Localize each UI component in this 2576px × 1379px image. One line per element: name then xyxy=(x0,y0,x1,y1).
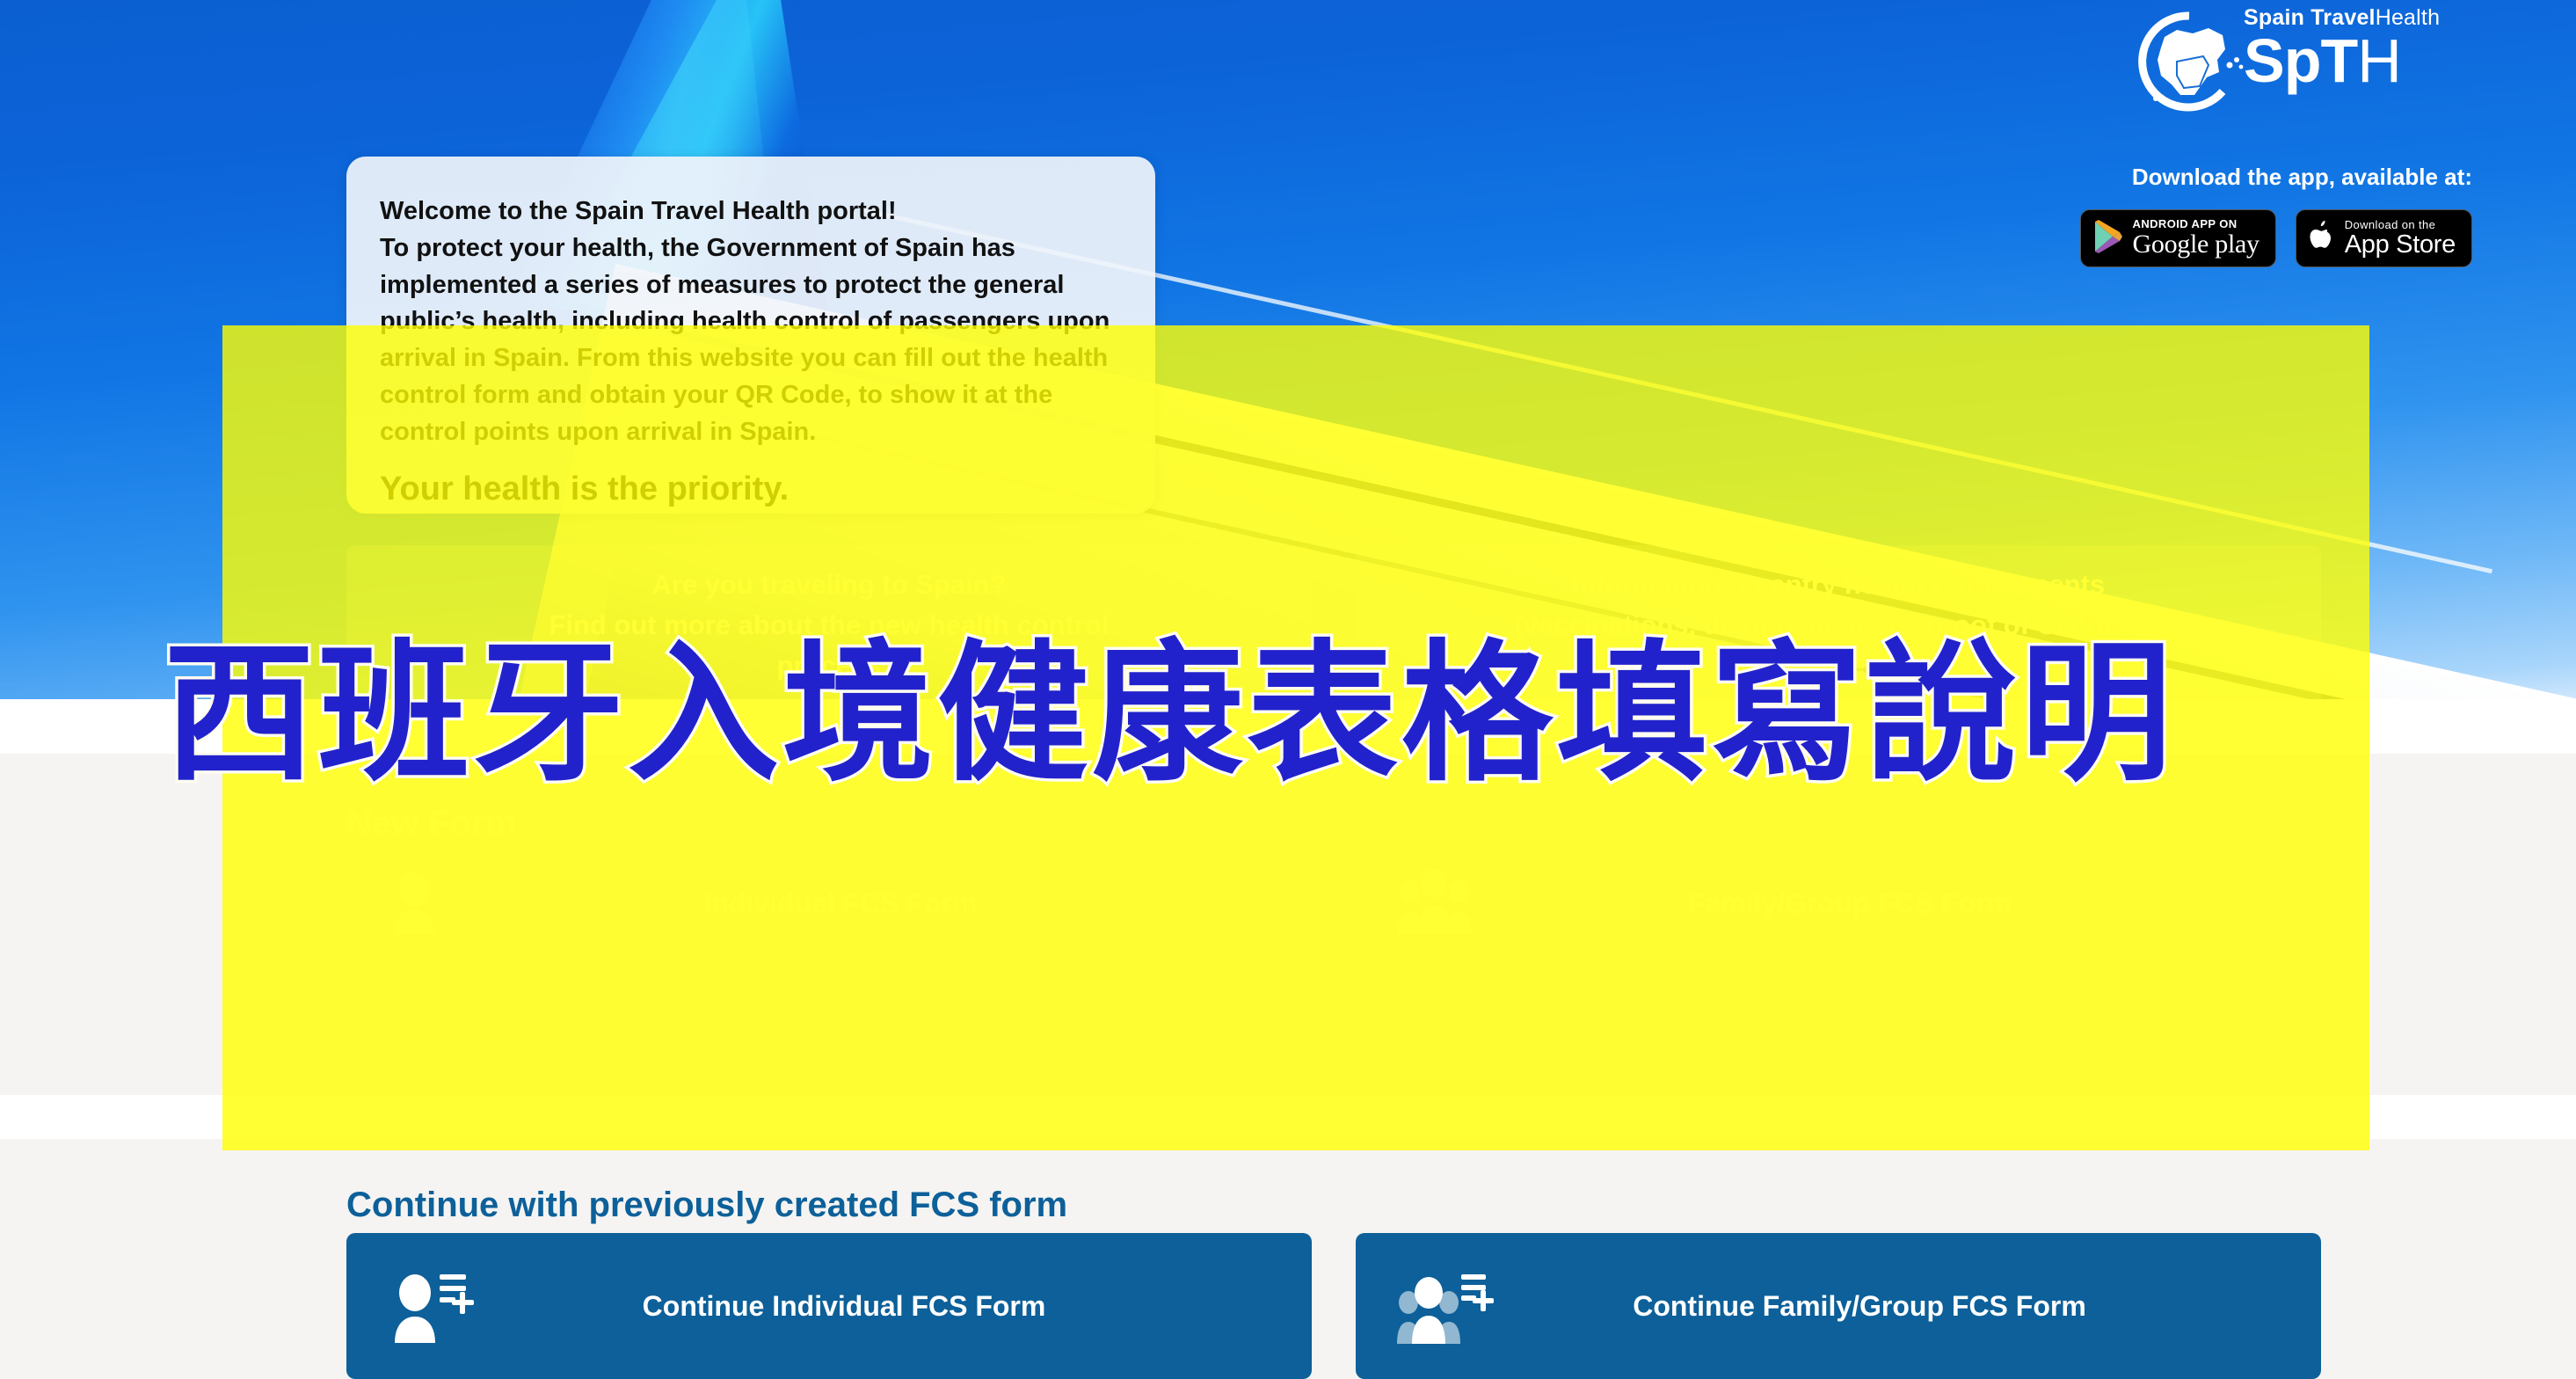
logo-acronym: SpTH xyxy=(2244,30,2440,91)
logo-wordmark: Spain TravelHealth SpTH xyxy=(2244,7,2440,92)
family-group-fcs-form-button[interactable]: Family/Group FCS Form xyxy=(1356,851,2321,955)
individual-fcs-form-label: Individual FCS Form xyxy=(703,886,978,919)
person-icon xyxy=(385,869,469,938)
section-divider-white-middle xyxy=(0,1095,2576,1139)
welcome-line-5: arrival in Spain. From this website you … xyxy=(380,344,1109,372)
welcome-card: Welcome to the Spain Travel Health porta… xyxy=(346,157,1155,514)
continue-form-heading: Continue with previously created FCS for… xyxy=(346,1186,1068,1224)
spain-map-icon xyxy=(2138,11,2251,114)
welcome-line-7: control points upon arrival in Spain. xyxy=(380,417,817,446)
logo-acronym-light: H xyxy=(2357,26,2402,95)
google-play-badge-small-text: ANDROID APP ON xyxy=(2132,217,2238,231)
app-store-badges: ANDROID APP ON Google play Download on t… xyxy=(2079,209,2472,267)
person-with-list-icon xyxy=(385,1266,477,1346)
new-form-heading: New Form xyxy=(346,804,517,843)
people-group-icon xyxy=(1394,869,1479,938)
welcome-line-2: To protect your health, the Government o… xyxy=(380,233,1015,262)
continue-family-group-fcs-form-label: Continue Family/Group FCS Form xyxy=(1633,1289,2086,1322)
welcome-priority-text: Your health is the priority. xyxy=(380,471,790,508)
info-card-right-line-1: Information on entry health requirements xyxy=(1571,569,2106,600)
people-group-with-list-icon xyxy=(1394,1266,1498,1346)
google-play-badge[interactable]: ANDROID APP ON Google play xyxy=(2079,209,2276,267)
welcome-line-4: public’s health, including health contro… xyxy=(380,307,1110,336)
apple-icon xyxy=(2309,220,2335,258)
family-group-fcs-form-label: Family/Group FCS Form xyxy=(1687,886,2012,919)
continue-individual-fcs-form-label: Continue Individual FCS Form xyxy=(642,1289,1046,1322)
chinese-headline-annotation: 西班牙入境健康表格填寫說明 xyxy=(161,625,2175,802)
google-play-icon xyxy=(2093,219,2123,258)
site-logo[interactable]: Spain TravelHealth SpTH xyxy=(2138,5,2472,146)
individual-fcs-form-button[interactable]: Individual FCS Form xyxy=(346,851,1312,955)
app-store-badge[interactable]: Download on the App Store xyxy=(2295,209,2472,267)
logo-acronym-bold: SpT xyxy=(2244,26,2358,95)
continue-family-group-fcs-form-button[interactable]: Continue Family/Group FCS Form xyxy=(1356,1233,2321,1379)
google-play-badge-big-text: Google play xyxy=(2132,230,2259,259)
continue-individual-fcs-form-button[interactable]: Continue Individual FCS Form xyxy=(346,1233,1312,1379)
welcome-line-3: implemented a series of measures to prot… xyxy=(380,270,1065,299)
info-card-left-line-1: Are you traveling to Spain? xyxy=(651,569,1007,600)
app-store-badge-small-text: Download on the xyxy=(2344,217,2436,231)
welcome-line-1: Welcome to the Spain Travel Health porta… xyxy=(380,197,897,225)
download-app-label: Download the app, available at: xyxy=(2131,164,2472,190)
welcome-line-6: control form and obtain your QR Code, to… xyxy=(380,380,1053,409)
app-store-badge-big-text: App Store xyxy=(2344,230,2456,259)
